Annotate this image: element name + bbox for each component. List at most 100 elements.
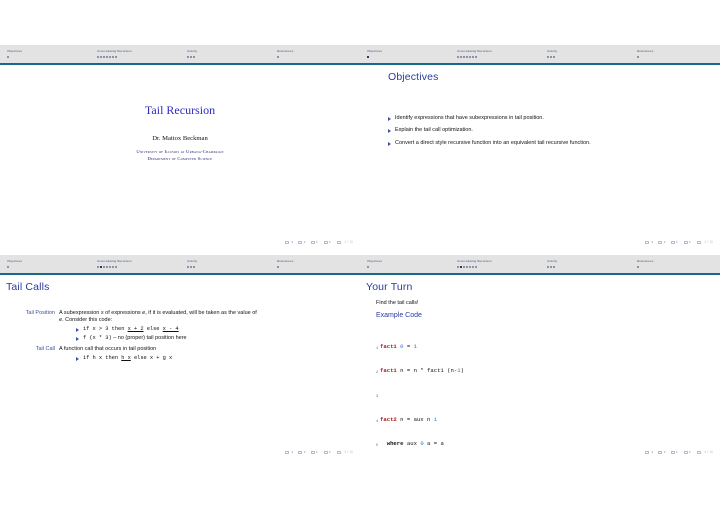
nav-dot[interactable] [187,56,190,59]
nav-next-section-icon[interactable] [689,241,692,243]
nav-dot[interactable] [189,266,193,269]
nav-dot[interactable] [463,266,466,269]
nav-section-accumulating-recursion[interactable]: Accumulating Recursion [450,255,540,273]
nav-dot[interactable] [7,266,10,269]
nav-dot[interactable] [475,266,478,269]
nav-section-objectives[interactable]: Objectives [360,45,450,63]
nav-subsection-icon[interactable] [310,450,315,454]
nav-doc-icon[interactable] [336,450,341,454]
nav-dot[interactable] [187,266,190,269]
nav-slide-icon[interactable] [644,240,649,244]
slide-objectives[interactable]: Objectives Accumulating Recursion Activi… [360,45,720,247]
nav-dot[interactable] [189,56,193,59]
nav-prev-slide-icon[interactable] [650,241,653,243]
nav-dot-active[interactable] [99,266,103,269]
nav-frame-icon[interactable] [297,240,302,244]
nav-dot[interactable] [367,266,370,269]
footer-navigation[interactable]: 3 / 10 [284,450,353,454]
nav-frame-icon[interactable] [297,450,302,454]
nav-dot[interactable] [97,266,100,269]
nav-dot[interactable] [469,266,472,269]
nav-next-section-icon[interactable] [689,451,692,453]
nav-next-section-icon[interactable] [329,451,332,453]
nav-section-activity[interactable]: Activity [180,45,270,63]
nav-prev-slide-icon[interactable] [290,241,293,243]
nav-subsection-icon[interactable] [670,450,675,454]
nav-next-frame-icon[interactable] [303,241,306,243]
nav-dot[interactable] [103,266,106,269]
nav-prev-slide-icon[interactable] [650,451,653,453]
footer-navigation[interactable]: 4 / 10 [644,450,713,454]
nav-dot[interactable] [547,56,550,59]
nav-next-section-icon[interactable] [329,241,332,243]
nav-dot[interactable] [111,56,115,59]
nav-frame-icon[interactable] [657,450,662,454]
nav-dot[interactable] [106,266,109,269]
slide-tail-calls[interactable]: Objectives Accumulating Recursion Activi… [0,255,360,457]
nav-dot[interactable] [549,266,553,269]
nav-dot[interactable] [465,56,469,59]
nav-section-references[interactable]: References [270,255,360,273]
nav-dot[interactable] [471,56,475,59]
nav-next-frame-icon[interactable] [663,241,666,243]
nav-dot-active[interactable] [459,266,463,269]
footer-navigation[interactable]: 2 / 10 [644,240,713,244]
nav-section-references[interactable]: References [630,255,720,273]
nav-dot[interactable] [277,266,280,269]
nav-dot[interactable] [115,266,118,269]
nav-dot[interactable] [472,266,475,269]
footer-navigation[interactable]: 1 / 10 [284,240,353,244]
nav-next-subsection-icon[interactable] [316,451,319,453]
nav-next-frame-icon[interactable] [303,451,306,453]
nav-subsection-icon[interactable] [310,240,315,244]
nav-dot[interactable] [102,56,106,59]
nav-dot[interactable] [637,56,640,59]
nav-doc-icon[interactable] [696,450,701,454]
nav-section-accumulating-recursion[interactable]: Accumulating Recursion [450,45,540,63]
nav-section-icon[interactable] [323,240,328,244]
nav-section-activity[interactable]: Activity [540,255,630,273]
nav-dot[interactable] [192,56,196,59]
slide-title[interactable]: Objectives Accumulating Recursion Activi… [0,45,360,247]
nav-dot[interactable] [459,56,463,59]
nav-dot[interactable] [637,266,640,269]
nav-dot-active[interactable] [367,56,370,59]
nav-dot[interactable] [466,266,469,269]
nav-slide-icon[interactable] [644,450,649,454]
nav-dot[interactable] [97,56,100,59]
nav-slide-icon[interactable] [284,240,289,244]
nav-dot[interactable] [192,266,196,269]
nav-frame-icon[interactable] [657,240,662,244]
nav-next-subsection-icon[interactable] [316,241,319,243]
nav-section-objectives[interactable]: Objectives [0,45,90,63]
nav-dot[interactable] [468,56,472,59]
nav-dot[interactable] [462,56,466,59]
nav-dot[interactable] [457,266,460,269]
nav-section-accumulating-recursion[interactable]: Accumulating Recursion [90,255,180,273]
nav-dot[interactable] [114,56,117,59]
nav-slide-icon[interactable] [284,450,289,454]
nav-section-activity[interactable]: Activity [540,45,630,63]
nav-section-accumulating-recursion[interactable]: Accumulating Recursion [90,45,180,63]
slide-your-turn[interactable]: Objectives Accumulating Recursion Activi… [360,255,720,457]
nav-subsection-icon[interactable] [670,240,675,244]
nav-dot[interactable] [277,56,280,59]
nav-dot[interactable] [7,56,10,59]
nav-section-icon[interactable] [683,240,688,244]
nav-dot[interactable] [549,56,553,59]
nav-dot[interactable] [457,56,460,59]
nav-dot[interactable] [547,266,550,269]
nav-doc-icon[interactable] [336,240,341,244]
nav-doc-icon[interactable] [696,240,701,244]
nav-section-objectives[interactable]: Objectives [360,255,450,273]
nav-dot[interactable] [552,56,556,59]
nav-section-icon[interactable] [683,450,688,454]
nav-section-icon[interactable] [323,450,328,454]
nav-dot[interactable] [109,266,112,269]
nav-prev-slide-icon[interactable] [290,451,293,453]
nav-dot[interactable] [474,56,477,59]
nav-section-references[interactable]: References [630,45,720,63]
nav-next-subsection-icon[interactable] [676,241,679,243]
nav-dot[interactable] [105,56,109,59]
nav-dot[interactable] [112,266,115,269]
